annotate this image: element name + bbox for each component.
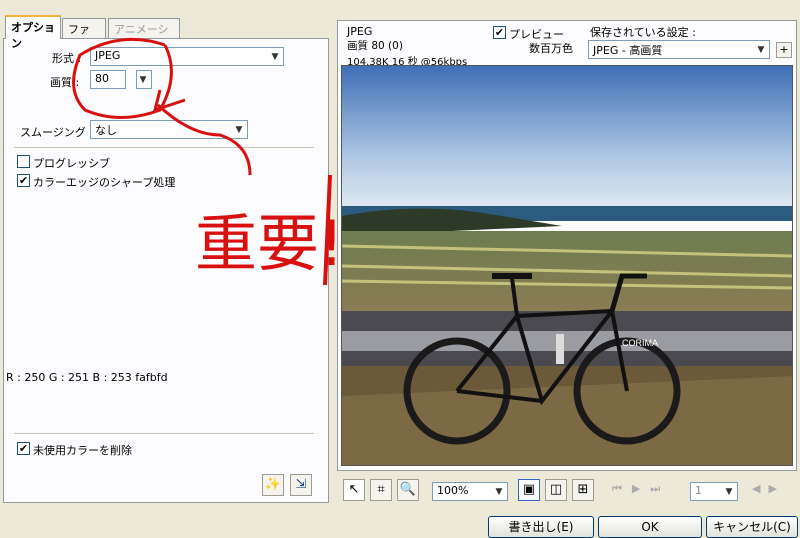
cancel-button[interactable]: キャンセル(C) [706, 516, 798, 538]
annotation-text: 重要! [195, 207, 344, 280]
optimize-to-size-icon[interactable]: ⇲ [290, 474, 312, 496]
playback-controls-icon[interactable]: ⏮▶⏭ [612, 482, 670, 496]
split-2-view-icon[interactable]: ◫ [545, 479, 567, 501]
split-4-view-icon[interactable]: ⊞ [572, 479, 594, 501]
saved-settings-label: 保存されている設定 : [590, 26, 696, 39]
sharpen-checkbox[interactable]: ✔ [17, 174, 30, 187]
saved-settings-value: JPEG - 高画質 [593, 44, 663, 57]
preview-checkbox[interactable]: ✔ [493, 26, 506, 39]
magic-wand-icon[interactable]: ✨ [262, 474, 284, 496]
zoom-select[interactable]: 100% ▼ [432, 482, 508, 501]
frame-select[interactable]: 1 ▼ [690, 482, 738, 501]
chevron-down-icon: ▼ [725, 486, 733, 497]
progressive-checkbox[interactable] [17, 155, 30, 168]
zoom-tool-icon[interactable]: 🔍 [397, 479, 419, 501]
add-setting-button[interactable]: + [776, 42, 792, 58]
zoom-value: 100% [437, 484, 469, 497]
export-button[interactable]: 書き出し(E) [488, 516, 594, 538]
remove-unused-checkbox[interactable]: ✔ [17, 442, 30, 455]
chevron-down-icon: ▼ [495, 486, 503, 497]
single-view-icon[interactable]: ▣ [518, 479, 540, 501]
frame-nav-icon[interactable]: ◀▶ [752, 482, 785, 495]
divider [14, 433, 314, 434]
saved-settings-select[interactable]: JPEG - 高画質 ▼ [588, 40, 770, 59]
rgb-readout: R : 250 G : 251 B : 253 fafbfd [6, 371, 168, 384]
crop-tool-icon[interactable]: ⌗ [370, 479, 392, 501]
photo-brand-text: CORIMA [622, 338, 658, 348]
preview-colors: 数百万色 [529, 42, 573, 55]
preview-image: CORIMA [341, 65, 793, 466]
frame-value: 1 [695, 484, 702, 497]
annotation-overlay: 重要! [72, 37, 344, 286]
ok-button[interactable]: OK [598, 516, 702, 538]
pointer-tool-icon[interactable]: ↖ [343, 479, 365, 501]
chevron-down-icon: ▼ [757, 44, 765, 55]
tab-options[interactable]: オプション [5, 15, 61, 50]
remove-unused-label: 未使用カラーを削除 [33, 444, 132, 457]
